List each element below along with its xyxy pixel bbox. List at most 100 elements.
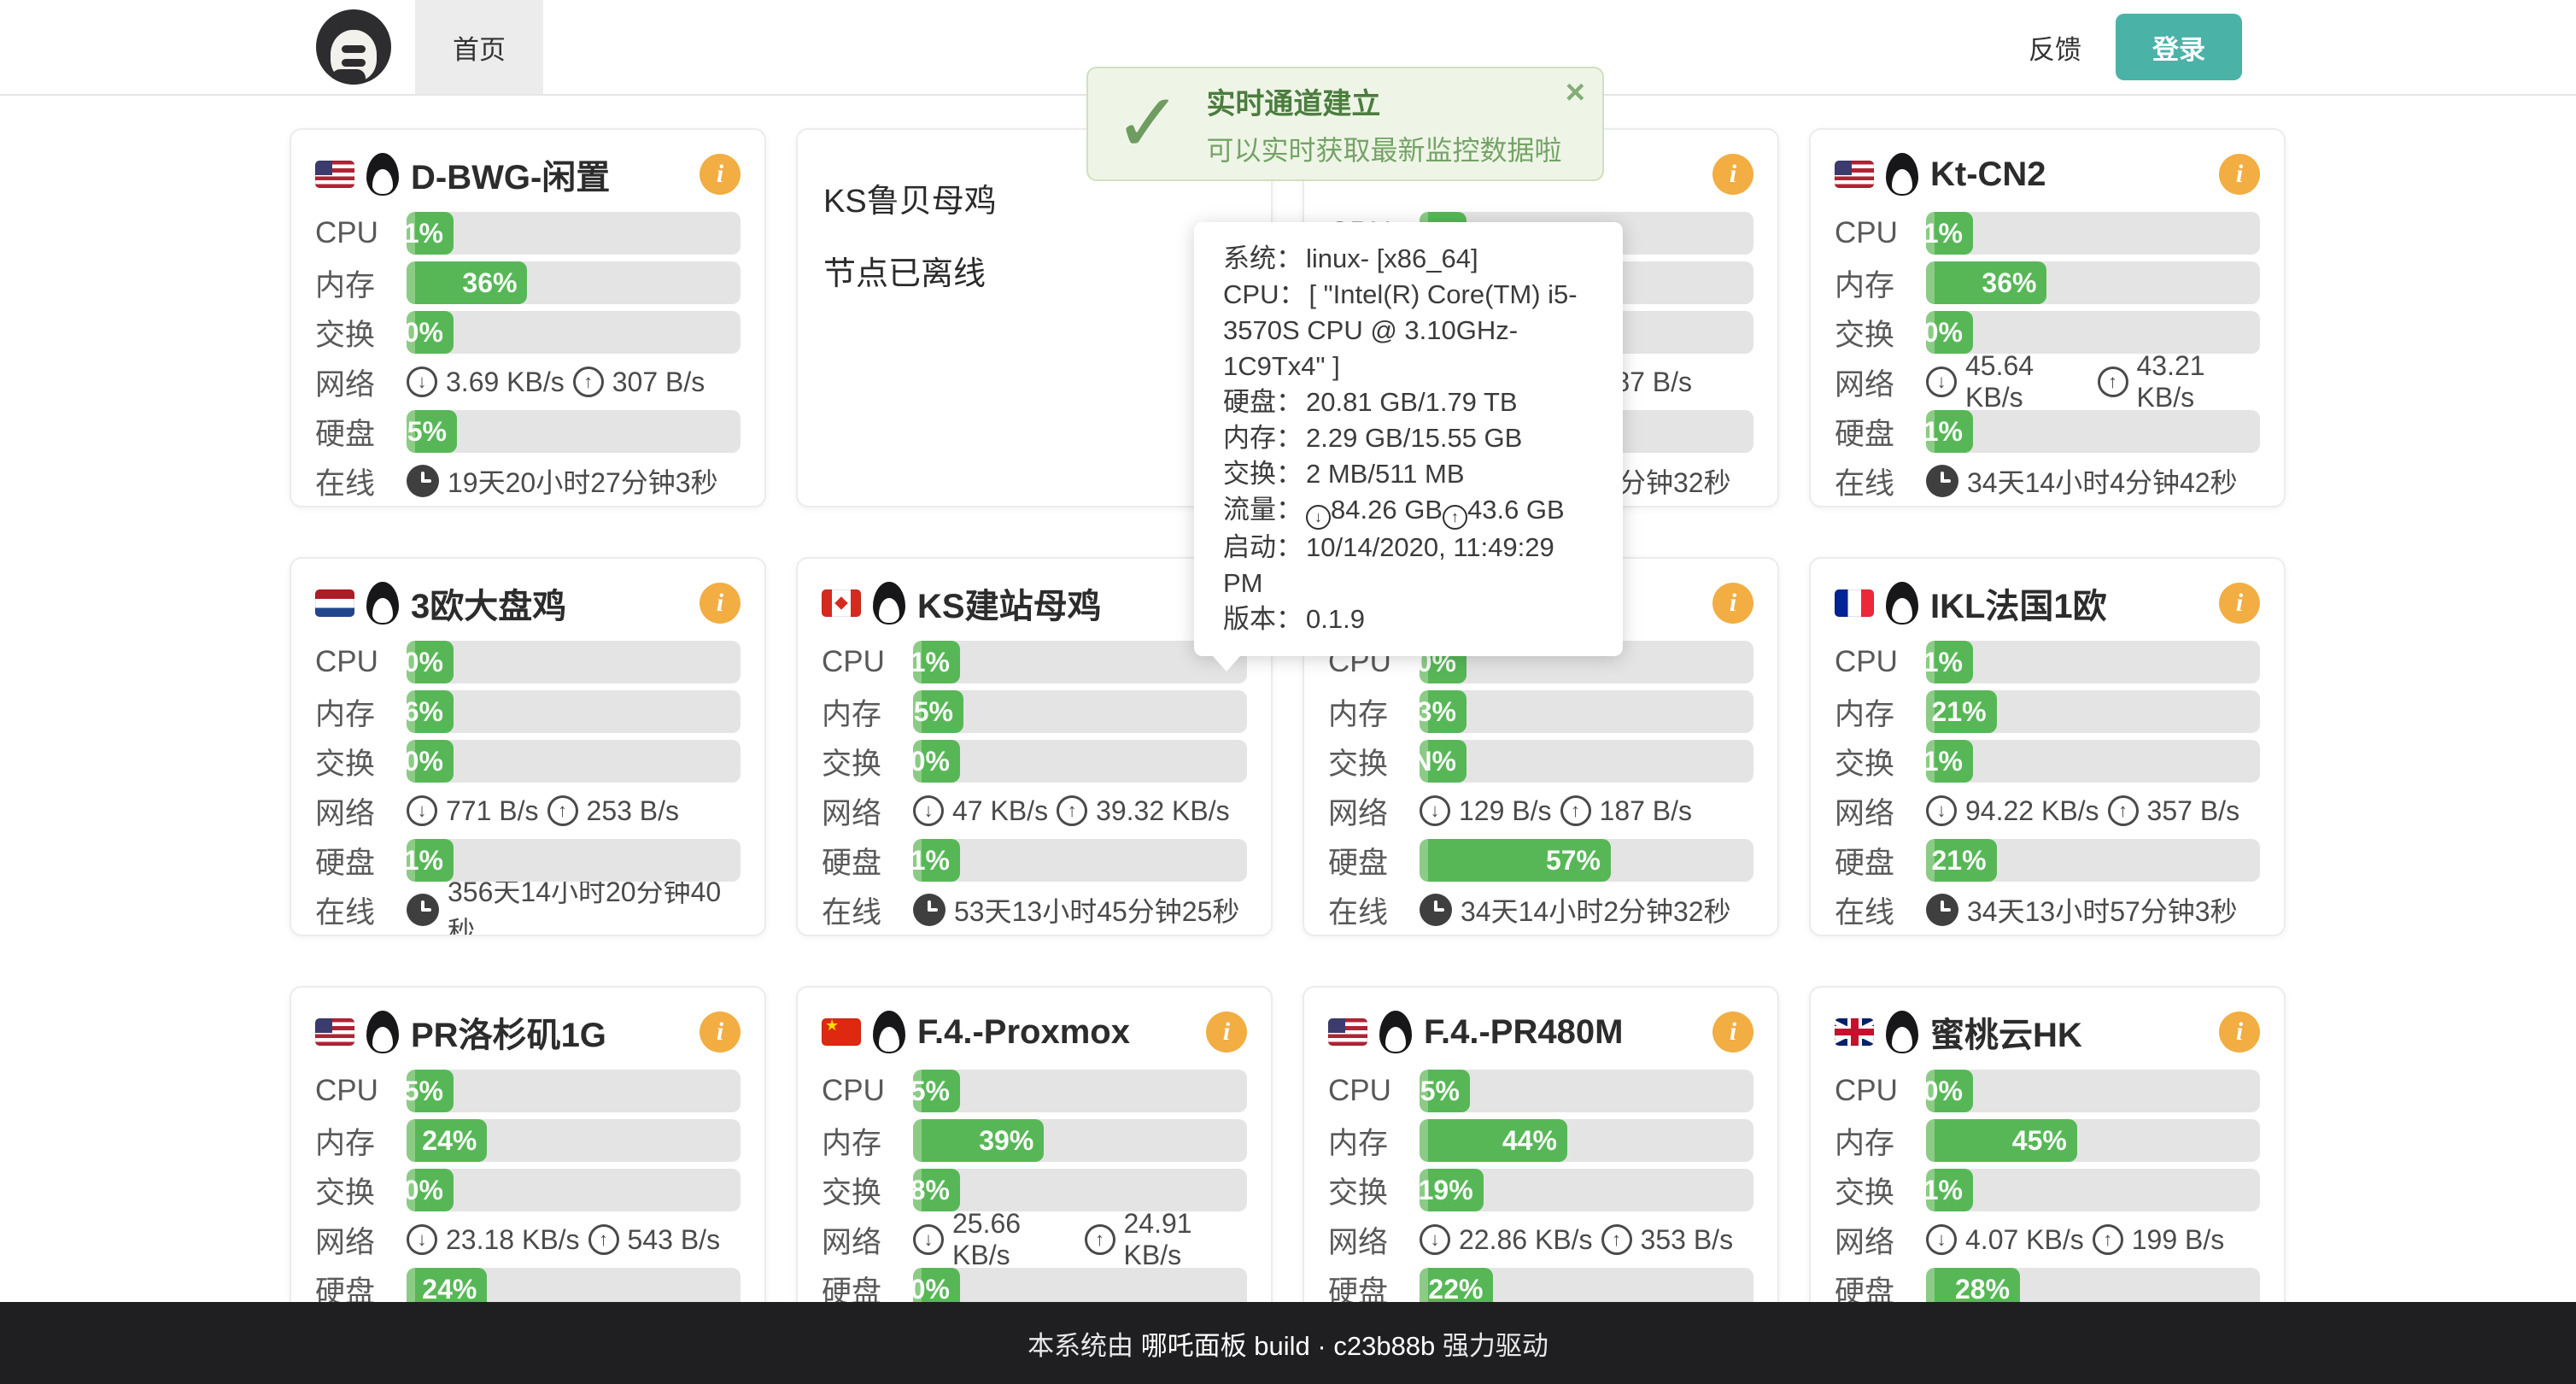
server-info-tooltip: 系统：linux- [x86_64]CPU：[ "Intel(R) Core(T… — [1194, 222, 1623, 656]
progress-bar-label: 24% — [422, 1274, 477, 1305]
download-arrow-icon: ↓ — [913, 1224, 944, 1255]
stat-row-memory: 内存36% — [1835, 261, 2260, 304]
tooltip-row: 系统：linux- [x86_64] — [1223, 241, 1594, 277]
toast-notification: ✓ 实时通道建立 可以实时获取最新监控数据啦 × — [1086, 67, 1604, 181]
linux-penguin-icon — [1379, 1011, 1412, 1053]
progress-bar-track: 0% — [913, 740, 1247, 783]
upload-arrow-icon: ↑ — [1601, 1224, 1632, 1255]
progress-bar-fill: 1% — [407, 212, 454, 255]
footer-text-prefix: 本系统由 — [1027, 1324, 1133, 1363]
tooltip-row: 硬盘：20.81 GB/1.79 TB — [1223, 384, 1594, 420]
download-arrow-icon: ↓ — [1926, 367, 1957, 397]
server-card-header: PR洛杉矶1Gi — [315, 1008, 741, 1056]
uptime-text: 34天14小时2分钟32秒 — [1461, 890, 1731, 930]
progress-bar-track: 24% — [407, 1119, 741, 1162]
download-speed: 25.66 KB/s — [952, 1208, 1076, 1271]
server-card: IKL法国1欧iCPU1%内存21%交换1%网络↓94.22 KB/s↑357 … — [1809, 557, 2286, 936]
stat-label: 网络 — [315, 361, 407, 404]
info-icon[interactable]: i — [2219, 583, 2260, 624]
download-arrow-icon: ↓ — [407, 1224, 437, 1255]
success-check-icon: ✓ — [1114, 83, 1182, 165]
network-speeds: ↓3.69 KB/s↑307 B/s — [407, 367, 705, 398]
progress-bar-track: 0% — [407, 740, 741, 783]
progress-bar-fill: 11% — [1926, 410, 1973, 453]
progress-bar-label: 11% — [1910, 416, 1963, 448]
network-speeds: ↓22.86 KB/s↑353 B/s — [1420, 1224, 1733, 1256]
tooltip-value: 20.81 GB/1.79 TB — [1306, 387, 1518, 417]
server-card: Kt-CN2iCPU1%内存36%交换0%网络↓45.64 KB/s↑43.21… — [1809, 128, 2286, 507]
stat-row-cpu: CPU0% — [315, 641, 741, 683]
stat-row-cpu: CPU1% — [315, 212, 741, 255]
flag-us-icon — [315, 161, 354, 188]
info-icon[interactable]: i — [1712, 154, 1753, 195]
info-icon[interactable]: i — [1206, 1012, 1247, 1053]
tooltip-label: 版本： — [1223, 604, 1303, 634]
stat-label: 在线 — [1328, 888, 1420, 932]
stat-label: 网络 — [1835, 361, 1926, 404]
info-icon[interactable]: i — [1712, 583, 1753, 624]
info-icon[interactable]: i — [1712, 1012, 1753, 1053]
progress-bar-fill: 19% — [1420, 1169, 1484, 1211]
network-speeds: ↓94.22 KB/s↑357 B/s — [1926, 795, 2239, 827]
clock-icon — [407, 465, 439, 497]
stat-row-swap: 交换0% — [315, 311, 741, 354]
progress-bar-label: 1% — [1923, 1175, 1963, 1206]
upload-arrow-icon: ↑ — [1560, 795, 1591, 826]
progress-bar-label: 15% — [392, 416, 447, 448]
stat-row-network: 网络↓45.64 KB/s↑43.21 KB/s — [1835, 361, 2260, 403]
progress-bar-fill: 0% — [1926, 1070, 1973, 1112]
progress-bar-label: 57% — [1546, 845, 1601, 877]
toast-text: 实时通道建立 可以实时获取最新监控数据啦 — [1206, 80, 1561, 168]
stat-label: 内存 — [1835, 690, 1926, 734]
stat-row-network: 网络↓3.69 KB/s↑307 B/s — [315, 361, 741, 403]
footer-link[interactable]: 哪吒面板 build · c23b88b — [1141, 1324, 1436, 1363]
progress-bar-label: 0% — [404, 647, 443, 678]
progress-bar-label: 1% — [1923, 746, 1963, 777]
stat-label: 交换 — [1328, 1169, 1420, 1212]
upload-arrow-icon: ↑ — [547, 795, 578, 826]
stat-row-disk: 硬盘21% — [1835, 839, 2260, 882]
info-icon[interactable]: i — [700, 1012, 741, 1053]
stat-row-network: 网络↓4.07 KB/s↑199 B/s — [1835, 1218, 2260, 1261]
stat-row-memory: 内存45% — [1835, 1119, 2260, 1162]
stat-row-disk: 硬盘1% — [315, 839, 741, 882]
upload-speed: 43.21 KB/s — [2137, 350, 2261, 413]
footer-text-suffix: 强力驱动 — [1443, 1324, 1549, 1363]
progress-bar-label: 24% — [422, 1125, 477, 1157]
stat-label: 网络 — [822, 1218, 913, 1262]
progress-bar-fill: 15% — [407, 410, 457, 453]
server-card-header: 蜜桃云HKi — [1835, 1008, 2260, 1056]
download-speed: 4.07 KB/s — [1965, 1224, 2084, 1256]
progress-bar-label: 0% — [404, 746, 443, 777]
info-icon[interactable]: i — [700, 583, 741, 624]
progress-bar-track: 3% — [1420, 690, 1753, 733]
info-icon[interactable]: i — [700, 154, 741, 195]
info-icon[interactable]: i — [2219, 154, 2260, 195]
nav-tab-home[interactable]: 首页 — [415, 0, 543, 94]
stat-row-cpu: CPU5% — [822, 1070, 1247, 1112]
info-icon[interactable]: i — [2219, 1012, 2260, 1053]
upload-speed: 39.32 KB/s — [1096, 795, 1230, 827]
uptime-text: 53天13小时45分钟25秒 — [954, 890, 1239, 930]
site-logo-avatar[interactable] — [316, 9, 391, 85]
progress-bar-fill: 15% — [913, 690, 963, 733]
flag-us-icon — [315, 1018, 354, 1046]
stat-label: 网络 — [1328, 789, 1420, 833]
linux-penguin-icon — [1886, 153, 1918, 196]
stat-row-memory: 内存36% — [315, 261, 741, 304]
stat-label: 网络 — [1835, 789, 1926, 833]
progress-bar-fill: 1% — [407, 839, 454, 882]
stat-row-network: 网络↓47 KB/s↑39.32 KB/s — [822, 789, 1247, 832]
login-button[interactable]: 登录 — [2116, 14, 2242, 80]
nav-link-feedback[interactable]: 反馈 — [2029, 28, 2081, 67]
download-arrow-icon: ↓ — [1306, 505, 1331, 530]
download-speed: 94.22 KB/s — [1965, 795, 2099, 827]
stat-label: 网络 — [822, 789, 913, 833]
close-icon[interactable]: × — [1566, 75, 1585, 109]
download-speed: 45.64 KB/s — [1965, 350, 2089, 413]
progress-bar-fill: 24% — [407, 1119, 487, 1162]
tooltip-row: CPU：[ "Intel(R) Core(TM) i5-3570S CPU @ … — [1223, 277, 1594, 384]
progress-bar-fill: 0% — [407, 740, 454, 783]
stat-label: CPU — [1835, 1074, 1926, 1108]
progress-bar-label: 1% — [404, 845, 443, 877]
